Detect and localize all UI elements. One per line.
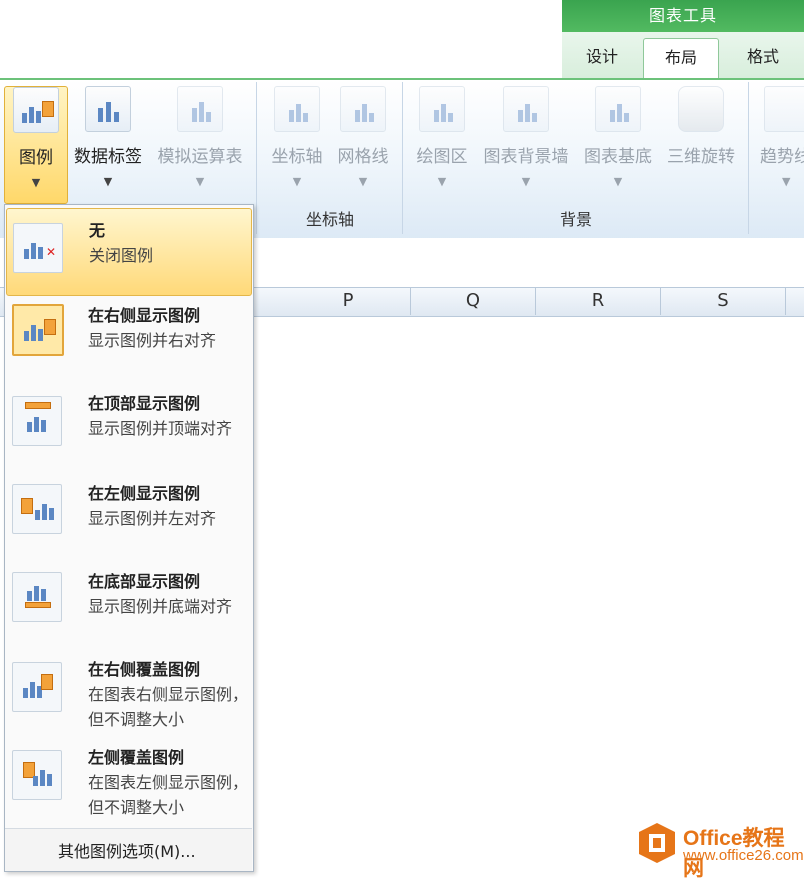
trendline-icon bbox=[764, 86, 804, 132]
chevron-down-icon: ▼ bbox=[521, 175, 531, 188]
menu-item-title: 在右侧显示图例 bbox=[88, 306, 201, 325]
column-header-p[interactable]: P bbox=[286, 287, 411, 315]
legend-icon bbox=[13, 87, 59, 133]
plot-area-label: 绘图区 bbox=[416, 147, 468, 167]
menu-item-none[interactable]: ✕ 无 关闭图例 bbox=[6, 208, 252, 296]
legend-right-icon bbox=[12, 304, 64, 356]
axes-icon bbox=[274, 86, 320, 132]
chart-floor-icon bbox=[595, 86, 641, 132]
trendline-button[interactable]: 趋势线 ▼ bbox=[756, 86, 804, 188]
chevron-down-icon: ▼ bbox=[292, 175, 302, 188]
menu-item-overlay-left[interactable]: 左侧覆盖图例 在图表左侧显示图例，但不调整大小 bbox=[6, 742, 250, 828]
group-divider bbox=[402, 82, 403, 234]
legend-none-icon: ✕ bbox=[13, 223, 63, 273]
chart-floor-label: 图表基底 bbox=[584, 147, 652, 167]
trendline-label: 趋势线 bbox=[760, 147, 804, 167]
data-table-icon bbox=[177, 86, 223, 132]
data-table-label: 模拟运算表 bbox=[157, 147, 243, 167]
menu-item-desc: 显示图例并顶端对齐 bbox=[88, 419, 233, 438]
tab-format[interactable]: 格式 bbox=[722, 38, 804, 76]
chart-wall-label: 图表背景墙 bbox=[483, 147, 569, 167]
menu-item-desc: 在图表右侧显示图例，但不调整大小 bbox=[88, 685, 249, 729]
office-logo-icon bbox=[639, 823, 675, 863]
legend-overlay-right-icon bbox=[12, 662, 62, 712]
menu-item-legend-right[interactable]: 在右侧显示图例 显示图例并右对齐 bbox=[6, 298, 250, 382]
group-divider bbox=[256, 82, 257, 234]
axes-button[interactable]: 坐标轴 ▼ bbox=[266, 86, 328, 188]
menu-item-legend-bottom[interactable]: 在底部显示图例 显示图例并底端对齐 bbox=[6, 566, 250, 654]
chevron-down-icon: ▼ bbox=[195, 175, 205, 188]
chevron-down-icon: ▼ bbox=[103, 175, 113, 188]
menu-item-desc: 显示图例并底端对齐 bbox=[88, 597, 233, 616]
3d-rotation-button[interactable]: 三维旋转 bbox=[662, 86, 740, 167]
column-header-s[interactable]: S bbox=[661, 287, 786, 315]
chart-wall-button[interactable]: 图表背景墙 ▼ bbox=[478, 86, 574, 188]
data-labels-icon bbox=[85, 86, 131, 132]
column-header-q[interactable]: Q bbox=[411, 287, 536, 315]
3d-rotation-label: 三维旋转 bbox=[667, 147, 735, 167]
menu-item-desc: 关闭图例 bbox=[89, 246, 154, 265]
chevron-down-icon: ▼ bbox=[31, 176, 41, 189]
legend-button-label: 图例 bbox=[19, 148, 53, 168]
chevron-down-icon: ▼ bbox=[782, 175, 791, 188]
axes-label: 坐标轴 bbox=[271, 147, 323, 167]
menu-item-desc: 在图表左侧显示图例，但不调整大小 bbox=[88, 773, 249, 817]
menu-item-title: 左侧覆盖图例 bbox=[88, 748, 185, 767]
menu-item-title: 在底部显示图例 bbox=[88, 572, 201, 591]
menu-item-desc: 显示图例并左对齐 bbox=[88, 509, 217, 528]
more-legend-options[interactable]: 其他图例选项(M)... bbox=[58, 838, 196, 862]
menu-item-title: 无 bbox=[89, 221, 106, 240]
legend-bottom-icon bbox=[12, 572, 62, 622]
menu-item-title: 在右侧覆盖图例 bbox=[88, 660, 201, 679]
menu-item-overlay-right[interactable]: 在右侧覆盖图例 在图表右侧显示图例，但不调整大小 bbox=[6, 654, 250, 742]
plot-area-icon bbox=[419, 86, 465, 132]
watermark-url: www.office26.com bbox=[683, 847, 804, 864]
plot-area-button[interactable]: 绘图区 ▼ bbox=[410, 86, 474, 188]
legend-button[interactable]: 图例 ▼ bbox=[4, 86, 68, 204]
menu-item-legend-top[interactable]: 在顶部显示图例 显示图例并顶端对齐 bbox=[6, 386, 250, 474]
chart-floor-button[interactable]: 图表基底 ▼ bbox=[578, 86, 658, 188]
tab-design[interactable]: 设计 bbox=[566, 38, 638, 76]
chart-tools-title: 图表工具 bbox=[648, 6, 717, 25]
group-label-axes: 坐标轴 bbox=[305, 210, 354, 229]
menu-item-title: 在顶部显示图例 bbox=[88, 394, 201, 413]
3d-rotation-icon bbox=[678, 86, 724, 132]
menu-item-desc: 显示图例并右对齐 bbox=[88, 331, 217, 350]
data-labels-button[interactable]: 数据标签 ▼ bbox=[70, 86, 146, 188]
data-labels-label: 数据标签 bbox=[74, 147, 142, 167]
tab-layout[interactable]: 布局 bbox=[643, 38, 719, 80]
chevron-down-icon: ▼ bbox=[358, 175, 368, 188]
group-divider bbox=[748, 82, 749, 234]
chevron-down-icon: ▼ bbox=[437, 175, 447, 188]
column-header-r[interactable]: R bbox=[536, 287, 661, 315]
gridlines-icon bbox=[340, 86, 386, 132]
menu-item-legend-left[interactable]: 在左侧显示图例 显示图例并左对齐 bbox=[6, 476, 250, 564]
gridlines-button[interactable]: 网格线 ▼ bbox=[332, 86, 394, 188]
legend-left-icon bbox=[12, 484, 62, 534]
data-table-button[interactable]: 模拟运算表 ▼ bbox=[152, 86, 248, 188]
chevron-down-icon: ▼ bbox=[613, 175, 623, 188]
legend-top-icon bbox=[12, 396, 62, 446]
gridlines-label: 网格线 bbox=[337, 147, 389, 167]
chart-wall-icon bbox=[503, 86, 549, 132]
legend-overlay-left-icon bbox=[12, 750, 62, 800]
menu-item-title: 在左侧显示图例 bbox=[88, 484, 201, 503]
group-label-background: 背景 bbox=[559, 210, 592, 229]
